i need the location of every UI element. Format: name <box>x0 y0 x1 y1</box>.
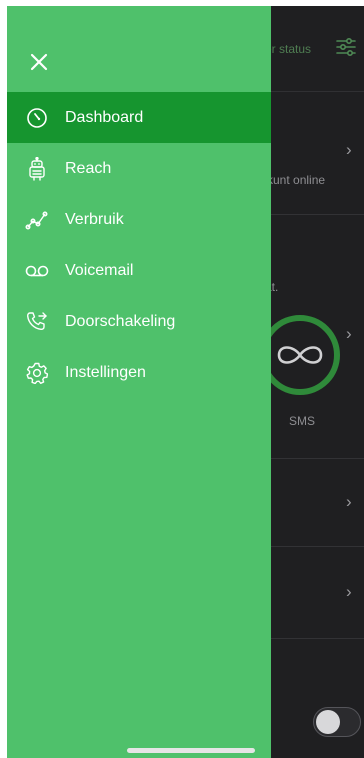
nav-item-doorschakeling[interactable]: Doorschakeling <box>7 296 271 347</box>
drawer-nav: Dashboard Reach Verbruik Voicemail Doors… <box>7 92 271 398</box>
nav-item-voicemail[interactable]: Voicemail <box>7 245 271 296</box>
nav-item-label: Verbruik <box>65 210 124 228</box>
filter-sliders-icon[interactable] <box>335 36 357 58</box>
nav-item-verbruik[interactable]: Verbruik <box>7 194 271 245</box>
nav-item-dashboard[interactable]: Dashboard <box>7 92 271 143</box>
nav-item-label: Doorschakeling <box>65 312 176 330</box>
settings-gear-icon <box>25 361 49 385</box>
home-indicator[interactable] <box>127 748 255 753</box>
phone-screen: er status › l kunt online at. › SMS › › … <box>7 6 364 758</box>
nav-item-reach[interactable]: Reach <box>7 143 271 194</box>
usage-graph-icon <box>25 208 49 232</box>
navigation-drawer: Dashboard Reach Verbruik Voicemail Doors… <box>7 6 271 758</box>
status-label[interactable]: er status <box>265 42 311 56</box>
chevron-right-icon[interactable]: › <box>346 582 352 602</box>
chevron-right-icon[interactable]: › <box>346 324 352 344</box>
chevron-right-icon[interactable]: › <box>346 140 352 160</box>
nav-item-instellingen[interactable]: Instellingen <box>7 347 271 398</box>
nav-item-label: Reach <box>65 159 112 177</box>
close-icon[interactable] <box>27 50 51 74</box>
nav-item-label: Instellingen <box>65 363 146 381</box>
dashboard-icon <box>25 106 49 130</box>
toggle-switch[interactable] <box>313 707 361 737</box>
robot-icon <box>25 156 49 181</box>
nav-item-label: Voicemail <box>65 261 134 279</box>
sms-label: SMS <box>289 414 316 428</box>
toggle-knob <box>316 710 340 734</box>
chevron-right-icon[interactable]: › <box>346 492 352 512</box>
voicemail-icon <box>25 259 49 283</box>
nav-item-label: Dashboard <box>65 108 144 126</box>
call-forward-icon <box>25 310 49 334</box>
